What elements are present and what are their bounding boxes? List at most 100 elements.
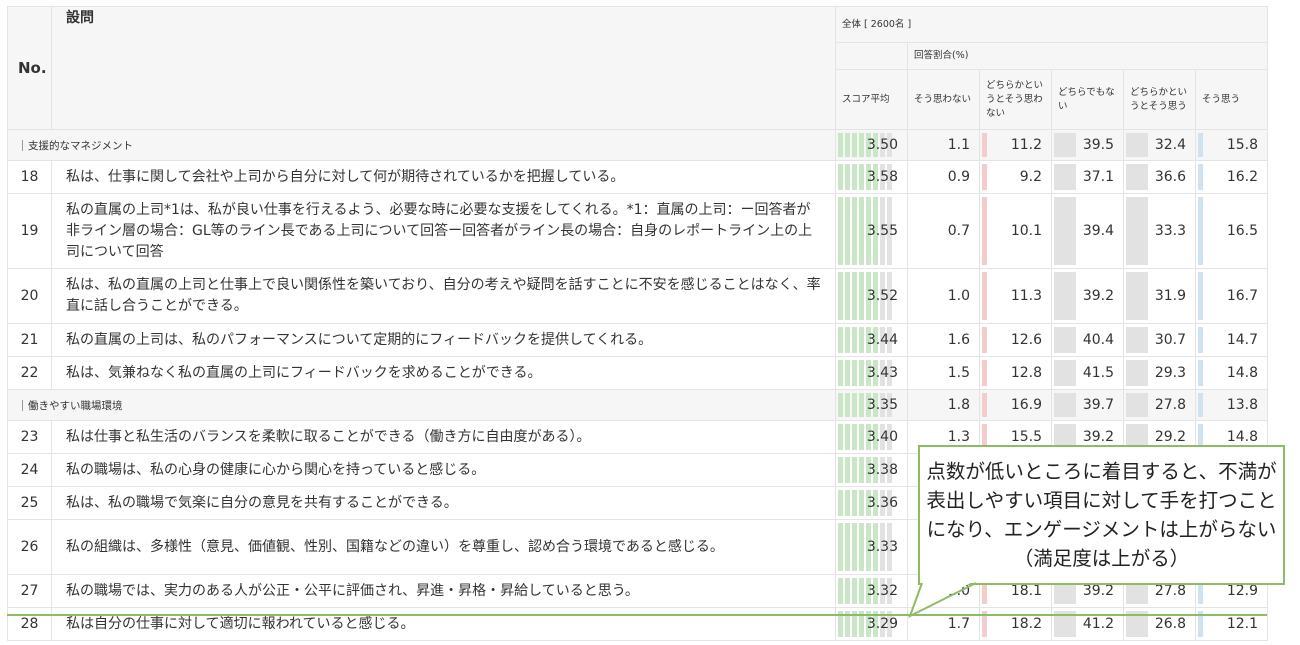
row-score: 3.55: [835, 193, 908, 269]
row-c3-value: 41.5: [1082, 365, 1114, 381]
row-c2-bar: [982, 197, 987, 265]
section-c3: 39.7: [1051, 389, 1124, 421]
section-c4-bar: [1126, 133, 1148, 157]
row-question: 私は、気兼ねなく私の直属の上司にフィードバックを求めることができる。: [51, 356, 836, 390]
row-number: 21: [7, 323, 52, 357]
score-bar-segment: [852, 133, 857, 157]
score-bar-segment: [852, 197, 857, 265]
row-c1: 0.9: [907, 160, 980, 194]
row-c3-value: 39.2: [1082, 583, 1114, 599]
score-bar-segment: [845, 578, 850, 604]
row-c4-value: 26.8: [1154, 616, 1186, 632]
row-c5: 16.2: [1194, 160, 1269, 194]
row-c4-bar: [1126, 164, 1148, 190]
row-c4: 29.3: [1123, 356, 1196, 390]
header-c5: そう思う: [1194, 69, 1269, 130]
row-number: 18: [7, 160, 52, 194]
row-c4: 30.7: [1123, 323, 1196, 357]
header-total: 全体 [ 2600名 ]: [834, 6, 1269, 43]
header-c3: どちらでもない: [1051, 69, 1124, 130]
row-c5: 16.7: [1194, 268, 1269, 324]
score-bar-segment: [838, 424, 843, 450]
section-c1: 1.1: [907, 129, 980, 161]
section-score-value: 3.50: [866, 137, 898, 153]
row-c2-value: 15.5: [1010, 429, 1042, 445]
section-label: 支援的なマネジメント: [7, 129, 836, 161]
row-c5-value: 12.9: [1226, 583, 1259, 599]
score-bar-segment: [859, 393, 864, 417]
row-c3-value: 40.4: [1082, 332, 1114, 348]
row-c4-value: 33.3: [1154, 223, 1186, 239]
row-score: 3.52: [835, 268, 908, 324]
score-bar-segment: [845, 523, 850, 571]
score-bar-segment: [845, 133, 850, 157]
row-score-value: 3.40: [866, 429, 898, 445]
row-c5-value: 12.1: [1226, 616, 1259, 632]
row-question: 私は、仕事に関して会社や上司から自分に対して何が期待されているかを把握している。: [51, 160, 836, 194]
row-c2-bar: [982, 272, 987, 320]
row-c3-bar: [1054, 327, 1076, 353]
row-c2-value: 18.2: [1010, 616, 1042, 632]
score-bar-segment: [838, 578, 843, 604]
row-c3-value: 41.2: [1082, 616, 1114, 632]
header-no: No.: [7, 6, 52, 130]
header-c2: どちらかというとそう思わない: [979, 69, 1052, 130]
row-c4: 33.3: [1123, 193, 1196, 269]
row-question: 私の直属の上司は、私のパフォーマンスについて定期的にフィードバックを提供してくれ…: [51, 323, 836, 357]
score-bar-segment: [859, 272, 864, 320]
row-c3-value: 37.1: [1082, 169, 1114, 185]
row-c5: 14.7: [1194, 323, 1269, 357]
row-c5-value: 14.7: [1226, 332, 1259, 348]
score-bar-segment: [838, 164, 843, 190]
section-c4-value: 32.4: [1154, 137, 1186, 153]
row-c2: 9.2: [979, 160, 1052, 194]
table-row: 20 私は、私の直属の上司と仕事上で良い関係性を築いており、自分の考えや疑問を話す…: [7, 268, 1269, 324]
row-question: 私の組織は、多様性（意見、価値観、性別、国籍などの違い）を尊重し、認め合う環境で…: [51, 519, 836, 575]
table-row: 22 私は、気兼ねなく私の直属の上司にフィードバックを求めることができる。 3.43…: [7, 356, 1269, 390]
section-c1-value: 1.1: [947, 137, 970, 153]
header-ratio: 回答割合(%): [906, 42, 1269, 70]
section-c3: 39.5: [1051, 129, 1124, 161]
row-c3-value: 39.2: [1082, 288, 1114, 304]
section-c1-value: 1.8: [947, 397, 970, 413]
row-c5-value: 14.8: [1226, 365, 1259, 381]
header-score-avg: スコア平均: [835, 69, 908, 130]
row-c3: 39.4: [1051, 193, 1124, 269]
row-score: 3.36: [835, 486, 908, 520]
row-score: 3.40: [835, 420, 908, 454]
row-c2-bar: [982, 327, 987, 353]
score-bar-segment: [845, 197, 850, 265]
row-score-value: 3.29: [866, 616, 898, 632]
section-c5: 15.8: [1194, 129, 1269, 161]
score-bar-segment: [845, 272, 850, 320]
section-c5-bar: [1198, 393, 1203, 417]
annotation-line-2: 表出しやすい項目に対して手を打つこと: [926, 489, 1277, 512]
row-c3: 40.4: [1051, 323, 1124, 357]
annotation-line-4: （満足度は上がる）: [1013, 547, 1190, 570]
score-bar-segment: [859, 360, 864, 386]
section-row: 支援的なマネジメント 3.50 1.1 11.2 39.5 32.4 15.8: [7, 129, 1269, 161]
row-c1: 1.5: [907, 356, 980, 390]
row-c2-value: 9.2: [1019, 169, 1042, 185]
section-c3-value: 39.5: [1082, 137, 1114, 153]
row-c5-value: 14.8: [1226, 429, 1259, 445]
score-bar-segment: [838, 490, 843, 516]
row-c4-bar: [1126, 327, 1148, 353]
score-bar-segment: [859, 523, 864, 571]
score-bar-segment: [838, 457, 843, 483]
row-score: 3.44: [835, 323, 908, 357]
row-score: 3.29: [835, 607, 908, 641]
row-c2-bar: [982, 360, 987, 386]
section-c5-bar: [1198, 133, 1203, 157]
row-c3: 41.5: [1051, 356, 1124, 390]
row-c4-value: 30.7: [1154, 332, 1186, 348]
score-bar-segment: [852, 424, 857, 450]
row-score-value: 3.55: [866, 223, 898, 239]
score-bar-segment: [859, 578, 864, 604]
section-c2-bar: [982, 393, 987, 417]
table-row: 18 私は、仕事に関して会社や上司から自分に対して何が期待されているかを把握してい…: [7, 160, 1269, 194]
score-bar-segment: [859, 424, 864, 450]
section-score: 3.35: [835, 389, 908, 421]
row-c2: 11.3: [979, 268, 1052, 324]
row-c2: 18.2: [979, 607, 1052, 641]
